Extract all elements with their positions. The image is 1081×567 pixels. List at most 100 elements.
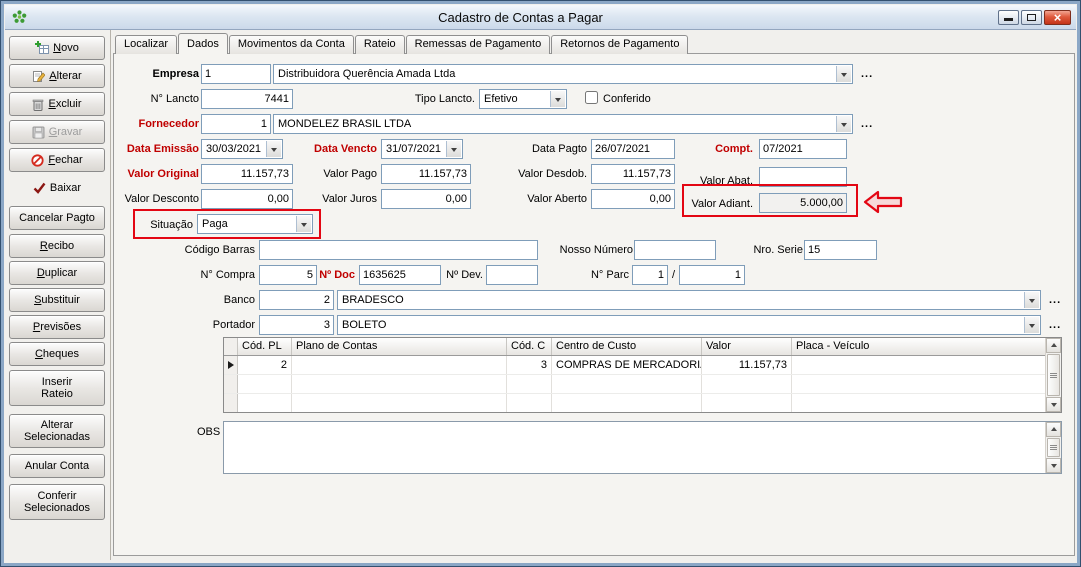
conferir-selecionados-button[interactable]: Conferir Selecionados bbox=[9, 484, 105, 520]
conferido-checkbox[interactable] bbox=[585, 91, 598, 104]
n-compra-input[interactable] bbox=[259, 265, 317, 285]
tab-retornos-de-pagamento[interactable]: Retornos de Pagamento bbox=[551, 35, 688, 54]
valor-adiant-input[interactable] bbox=[759, 193, 847, 213]
n-dev-input[interactable] bbox=[486, 265, 538, 285]
recibo-button[interactable]: Recibo bbox=[9, 234, 105, 258]
valor-abat-input[interactable] bbox=[759, 167, 847, 187]
valor-desconto-label: Valor Desconto bbox=[115, 192, 199, 206]
banco-browse-button[interactable]: ... bbox=[1049, 294, 1061, 306]
valor-original-input[interactable] bbox=[201, 164, 293, 184]
grid-cell-plano-de-contas[interactable] bbox=[292, 356, 507, 374]
maximize-button[interactable] bbox=[1021, 10, 1042, 25]
scroll-down-icon[interactable] bbox=[1046, 397, 1061, 412]
empresa-combobox[interactable]: Distribuidora Querência Amada Ltda bbox=[273, 64, 853, 84]
fornecedor-browse-button[interactable]: ... bbox=[861, 118, 873, 130]
trash-icon bbox=[32, 98, 44, 111]
n-parc-first-input[interactable] bbox=[632, 265, 668, 285]
tipo-lancto-combobox[interactable]: Efetivo bbox=[479, 89, 567, 109]
fornecedor-code-input[interactable] bbox=[201, 114, 271, 134]
valor-desdob-input[interactable] bbox=[591, 164, 675, 184]
no-entry-icon bbox=[31, 154, 44, 167]
nosso-numero-input[interactable] bbox=[634, 240, 716, 260]
grid-header-centro-de-custo[interactable]: Centro de Custo bbox=[552, 338, 702, 355]
banco-combobox[interactable]: BRADESCO bbox=[337, 290, 1041, 310]
tab-localizar[interactable]: Localizar bbox=[115, 35, 177, 54]
scroll-down-icon[interactable] bbox=[1046, 458, 1061, 473]
n-parc-second-input[interactable] bbox=[679, 265, 745, 285]
scroll-up-icon[interactable] bbox=[1046, 422, 1061, 437]
nro-serie-input[interactable] bbox=[804, 240, 877, 260]
substituir-button[interactable]: Substituir bbox=[9, 288, 105, 312]
cancelar-pagto-button-label: Cancelar Pagto bbox=[19, 212, 95, 224]
n-doc-input[interactable] bbox=[359, 265, 441, 285]
cancelar-pagto-button[interactable]: Cancelar Pagto bbox=[9, 206, 105, 230]
fechar-button-label: Fechar bbox=[48, 154, 82, 166]
grid-header-valor[interactable]: Valor bbox=[702, 338, 792, 355]
portador-combobox[interactable]: BOLETO bbox=[337, 315, 1041, 335]
grid-header-placa-veiculo[interactable]: Placa - Veículo bbox=[792, 338, 1045, 355]
obs-scrollbar[interactable] bbox=[1045, 422, 1061, 473]
tab-movimentos-da-conta[interactable]: Movimentos da Conta bbox=[229, 35, 354, 54]
grid-header-cod-pl[interactable]: Cód. PL bbox=[238, 338, 292, 355]
situacao-combobox[interactable]: Paga bbox=[197, 214, 313, 234]
valor-juros-input[interactable] bbox=[381, 189, 471, 209]
grid-cell-placa-veiculo[interactable] bbox=[792, 356, 1045, 374]
empresa-code-input[interactable] bbox=[201, 64, 271, 84]
previsoes-button[interactable]: Previsões bbox=[9, 315, 105, 339]
valor-desconto-input[interactable] bbox=[201, 189, 293, 209]
grid-header-cod-c[interactable]: Cód. C bbox=[507, 338, 552, 355]
portador-browse-button[interactable]: ... bbox=[1049, 319, 1061, 331]
grid-cell-valor[interactable]: 11.157,73 bbox=[702, 356, 792, 374]
dropdown-arrow-icon bbox=[446, 141, 461, 157]
close-button[interactable] bbox=[1044, 10, 1071, 25]
scroll-thumb[interactable] bbox=[1047, 438, 1060, 457]
dropdown-arrow-icon bbox=[1024, 292, 1039, 308]
data-emissao-datepicker[interactable]: 30/03/2021 bbox=[201, 139, 283, 159]
tab-remessas-de-pagamento[interactable]: Remessas de Pagamento bbox=[406, 35, 551, 54]
inserir-rateio-button[interactable]: Inserir Rateio bbox=[9, 370, 105, 406]
gravar-button[interactable]: Gravar bbox=[9, 120, 105, 144]
tab-rateio[interactable]: Rateio bbox=[355, 35, 405, 54]
window-title: Cadastro de Contas a Pagar bbox=[45, 10, 996, 25]
tab-dados[interactable]: Dados bbox=[178, 33, 228, 54]
baixar-button[interactable]: Baixar bbox=[9, 176, 105, 200]
data-vencto-datepicker[interactable]: 31/07/2021 bbox=[381, 139, 463, 159]
scroll-up-icon[interactable] bbox=[1046, 338, 1061, 353]
scroll-thumb[interactable] bbox=[1047, 354, 1060, 396]
duplicar-button[interactable]: Duplicar bbox=[9, 261, 105, 285]
codigo-barras-input[interactable] bbox=[259, 240, 538, 260]
alterar-selecionadas-button[interactable]: Alterar Selecionadas bbox=[9, 414, 105, 448]
grid-header-plano-de-contas[interactable]: Plano de Contas bbox=[292, 338, 507, 355]
obs-textarea[interactable] bbox=[224, 422, 1046, 473]
anular-conta-button[interactable]: Anular Conta bbox=[9, 454, 105, 478]
n-lancto-input[interactable] bbox=[201, 89, 293, 109]
valor-pago-input[interactable] bbox=[381, 164, 471, 184]
alterar-button[interactable]: Alterar bbox=[9, 64, 105, 88]
excluir-button[interactable]: Excluir bbox=[9, 92, 105, 116]
portador-code-input[interactable] bbox=[259, 315, 334, 335]
codigo-barras-label: Código Barras bbox=[165, 243, 255, 257]
conferir-selecionados-button-label: Conferir Selecionados bbox=[10, 490, 104, 514]
scroll-grip-icon bbox=[1050, 373, 1057, 378]
grid-scrollbar[interactable] bbox=[1045, 338, 1061, 412]
grid-header-row: Cód. PL Plano de Contas Cód. C Centro de… bbox=[224, 338, 1045, 356]
table-row[interactable]: 2 3 COMPRAS DE MERCADORIAS 11.157,73 bbox=[224, 356, 1045, 375]
empresa-browse-button[interactable]: ... bbox=[861, 68, 873, 80]
valor-aberto-input[interactable] bbox=[591, 189, 675, 209]
substituir-button-label: Substituir bbox=[34, 294, 80, 306]
fechar-button[interactable]: Fechar bbox=[9, 148, 105, 172]
compt-input[interactable] bbox=[759, 139, 847, 159]
minimize-button[interactable] bbox=[998, 10, 1019, 25]
banco-code-input[interactable] bbox=[259, 290, 334, 310]
save-icon bbox=[32, 126, 45, 139]
grid-cell-cod-c[interactable]: 3 bbox=[507, 356, 552, 374]
n-dev-label: Nº Dev. bbox=[443, 268, 483, 282]
cheques-button[interactable]: Cheques bbox=[9, 342, 105, 366]
fornecedor-combobox[interactable]: MONDELEZ BRASIL LTDA bbox=[273, 114, 853, 134]
grid-cell-cod-pl[interactable]: 2 bbox=[238, 356, 292, 374]
novo-button-label: Novo bbox=[53, 42, 79, 54]
data-pagto-input[interactable] bbox=[591, 139, 675, 159]
valor-original-label: Valor Original bbox=[115, 167, 199, 181]
novo-button[interactable]: Novo bbox=[9, 36, 105, 60]
grid-cell-centro-de-custo[interactable]: COMPRAS DE MERCADORIAS bbox=[552, 356, 702, 374]
